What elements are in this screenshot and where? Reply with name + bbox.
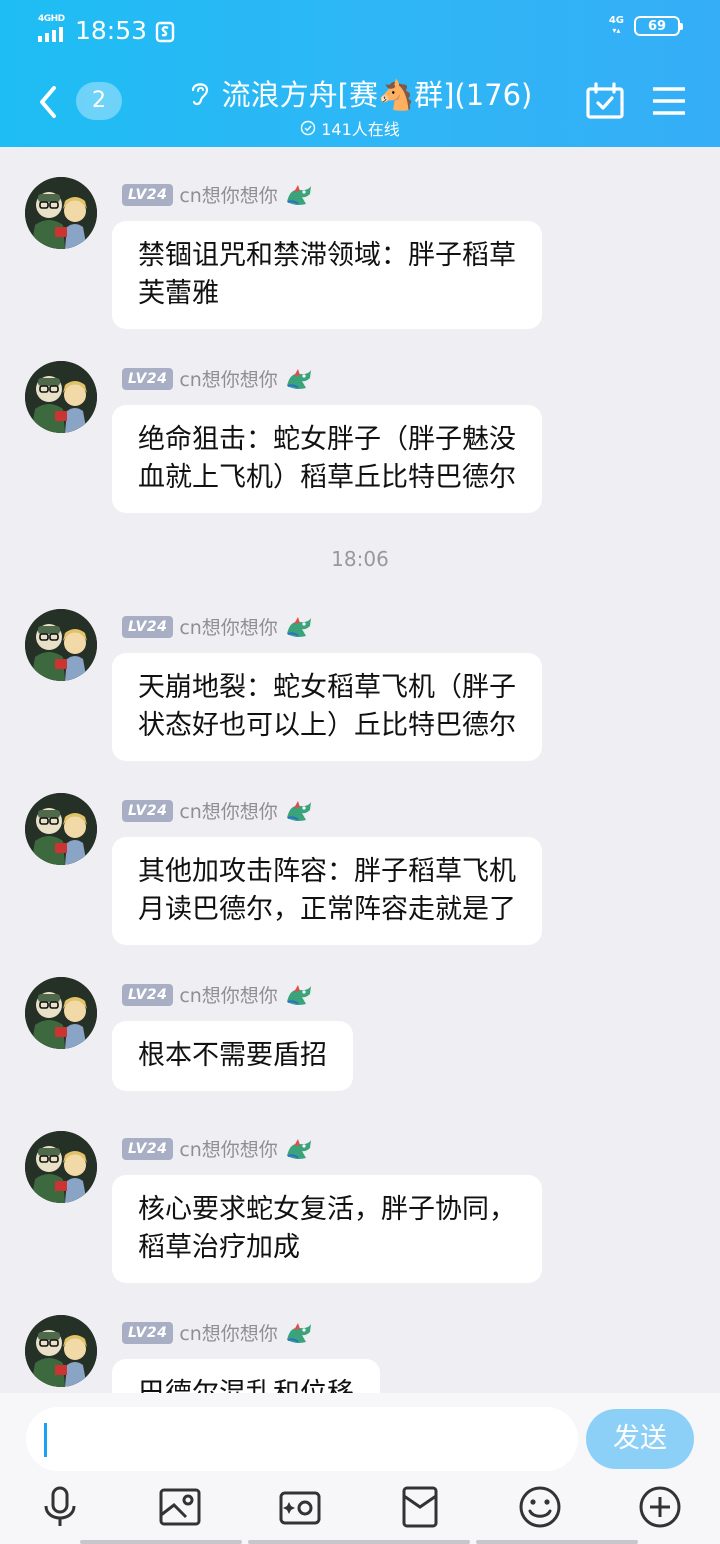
battery-icon: 69: [634, 16, 683, 36]
menu-icon[interactable]: [652, 86, 686, 116]
level-badge: LV24: [122, 983, 174, 1006]
message-bubble[interactable]: 根本不需要盾招: [112, 1021, 353, 1091]
sender-meta: LV24 cn想你想你: [122, 181, 314, 208]
dragon-badge-icon: [284, 614, 314, 640]
sender-meta: LV24 cn想你想你: [122, 981, 314, 1008]
dragon-badge-icon: [284, 1320, 314, 1346]
message-text-line: 绝命狙击：蛇女胖子（胖子魅没: [138, 424, 516, 455]
gesture-bar: [476, 1540, 638, 1544]
message-text-line: 状态好也可以上）丘比特巴德尔: [138, 710, 516, 741]
status-bar: 4GHD 18:53 4G ▾▴ 69: [0, 0, 720, 58]
sender-name[interactable]: cn想你想你: [179, 365, 278, 392]
message-text-line: 禁锢诅咒和禁滞领域：胖子稻草: [138, 240, 516, 271]
send-button[interactable]: 发送: [586, 1409, 694, 1469]
message-bubble[interactable]: 天崩地裂：蛇女稻草飞机（胖子 状态好也可以上）丘比特巴德尔: [112, 653, 542, 761]
status-time: 18:53: [75, 16, 148, 45]
dragon-badge-icon: [284, 1136, 314, 1162]
sender-meta: LV24 cn想你想你: [122, 613, 314, 640]
message-bubble[interactable]: 禁锢诅咒和禁滞领域：胖子稻草 芙蕾雅: [112, 221, 542, 329]
sender-name[interactable]: cn想你想你: [179, 981, 278, 1008]
message-text-line: 血就上飞机）稻草丘比特巴德尔: [138, 462, 516, 493]
avatar[interactable]: [25, 609, 97, 681]
sender-name[interactable]: cn想你想你: [179, 1319, 278, 1346]
sender-meta: LV24 cn想你想你: [122, 365, 314, 392]
sender-meta: LV24 cn想你想你: [122, 1319, 314, 1346]
sender-name[interactable]: cn想你想你: [179, 1135, 278, 1162]
sender-meta: LV24 cn想你想你: [122, 797, 314, 824]
avatar[interactable]: [25, 1315, 97, 1387]
avatar[interactable]: [25, 977, 97, 1049]
message-text-line: 天崩地裂：蛇女稻草飞机（胖子: [138, 672, 516, 703]
red-packet-icon[interactable]: [396, 1483, 444, 1531]
sender-meta: LV24 cn想你想你: [122, 1135, 314, 1162]
sender-name[interactable]: cn想你想你: [179, 797, 278, 824]
online-count: 141人在线: [321, 120, 400, 139]
dragon-badge-icon: [284, 182, 314, 208]
mic-icon[interactable]: [36, 1483, 84, 1531]
signal-icon: [38, 27, 63, 42]
network-type: 4GHD: [38, 14, 65, 24]
message-text-line: 巴德尔混乱和位移: [138, 1375, 354, 1393]
back-button[interactable]: [32, 82, 66, 122]
message-bubble[interactable]: 巴德尔混乱和位移: [112, 1359, 380, 1393]
message-bubble[interactable]: 其他加攻击阵容：胖子稻草飞机 月读巴德尔，正常阵容走就是了: [112, 837, 542, 945]
dragon-badge-icon: [284, 982, 314, 1008]
photo-icon[interactable]: [156, 1483, 204, 1531]
message-list[interactable]: LV24 cn想你想你 禁锢诅咒和禁滞领域：胖子稻草 芙蕾雅 LV24 cn想你想你 绝命狙…: [0, 147, 720, 1393]
gesture-bar: [248, 1540, 470, 1544]
sender-name[interactable]: cn想你想你: [179, 613, 278, 640]
message-text-line: 稻草治疗加成: [138, 1232, 300, 1263]
camera-icon[interactable]: [276, 1483, 324, 1531]
dragon-badge-icon: [284, 798, 314, 824]
mobile-data-label: 4G: [608, 15, 624, 26]
unread-count-badge[interactable]: 2: [76, 82, 122, 120]
avatar[interactable]: [25, 361, 97, 433]
battery-level: 69: [647, 18, 667, 34]
message-text-line: 芙蕾雅: [138, 278, 219, 309]
level-badge: LV24: [122, 183, 174, 206]
sender-name[interactable]: cn想你想你: [179, 181, 278, 208]
text-caret: [44, 1423, 47, 1457]
level-badge: LV24: [122, 799, 174, 822]
level-badge: LV24: [122, 367, 174, 390]
input-toolbar: [0, 1483, 720, 1531]
avatar[interactable]: [25, 177, 97, 249]
calendar-checkin-icon[interactable]: [586, 82, 624, 120]
soul-app-icon: [155, 21, 175, 42]
input-bar: 发送: [0, 1393, 720, 1544]
group-title: 流浪方舟[赛🐴群](176): [221, 78, 533, 112]
message-text-line: 其他加攻击阵容：胖子稻草飞机: [138, 856, 516, 887]
message-text-line: 核心要求蛇女复活，胖子协同，: [138, 1194, 516, 1225]
message-text-line: 月读巴德尔，正常阵容走就是了: [138, 894, 516, 925]
nav-bar: 2 流浪方舟[赛🐴群](176) 141人在线: [0, 62, 720, 142]
message-bubble[interactable]: 绝命狙击：蛇女胖子（胖子魅没 血就上飞机）稻草丘比特巴德尔: [112, 405, 542, 513]
avatar[interactable]: [25, 1131, 97, 1203]
chat-title-area[interactable]: 流浪方舟[赛🐴群](176) 141人在线: [150, 72, 570, 140]
message-bubble[interactable]: 核心要求蛇女复活，胖子协同， 稻草治疗加成: [112, 1175, 542, 1283]
dragon-badge-icon: [284, 366, 314, 392]
level-badge: LV24: [122, 1137, 174, 1160]
level-badge: LV24: [122, 1321, 174, 1344]
online-check-icon: [301, 120, 316, 136]
message-input[interactable]: [26, 1407, 578, 1471]
gesture-bar: [80, 1540, 242, 1544]
message-text-line: 根本不需要盾招: [138, 1040, 327, 1071]
plus-icon[interactable]: [636, 1483, 684, 1531]
message-timestamp: 18:06: [331, 547, 389, 571]
emoji-icon[interactable]: [516, 1483, 564, 1531]
mobile-data-icon: 4G ▾▴: [608, 15, 624, 36]
chat-header: 4GHD 18:53 4G ▾▴ 69 2 流浪方舟[赛🐴群](176) 141…: [0, 0, 720, 147]
level-badge: LV24: [122, 615, 174, 638]
ear-icon: [191, 83, 208, 106]
avatar[interactable]: [25, 793, 97, 865]
